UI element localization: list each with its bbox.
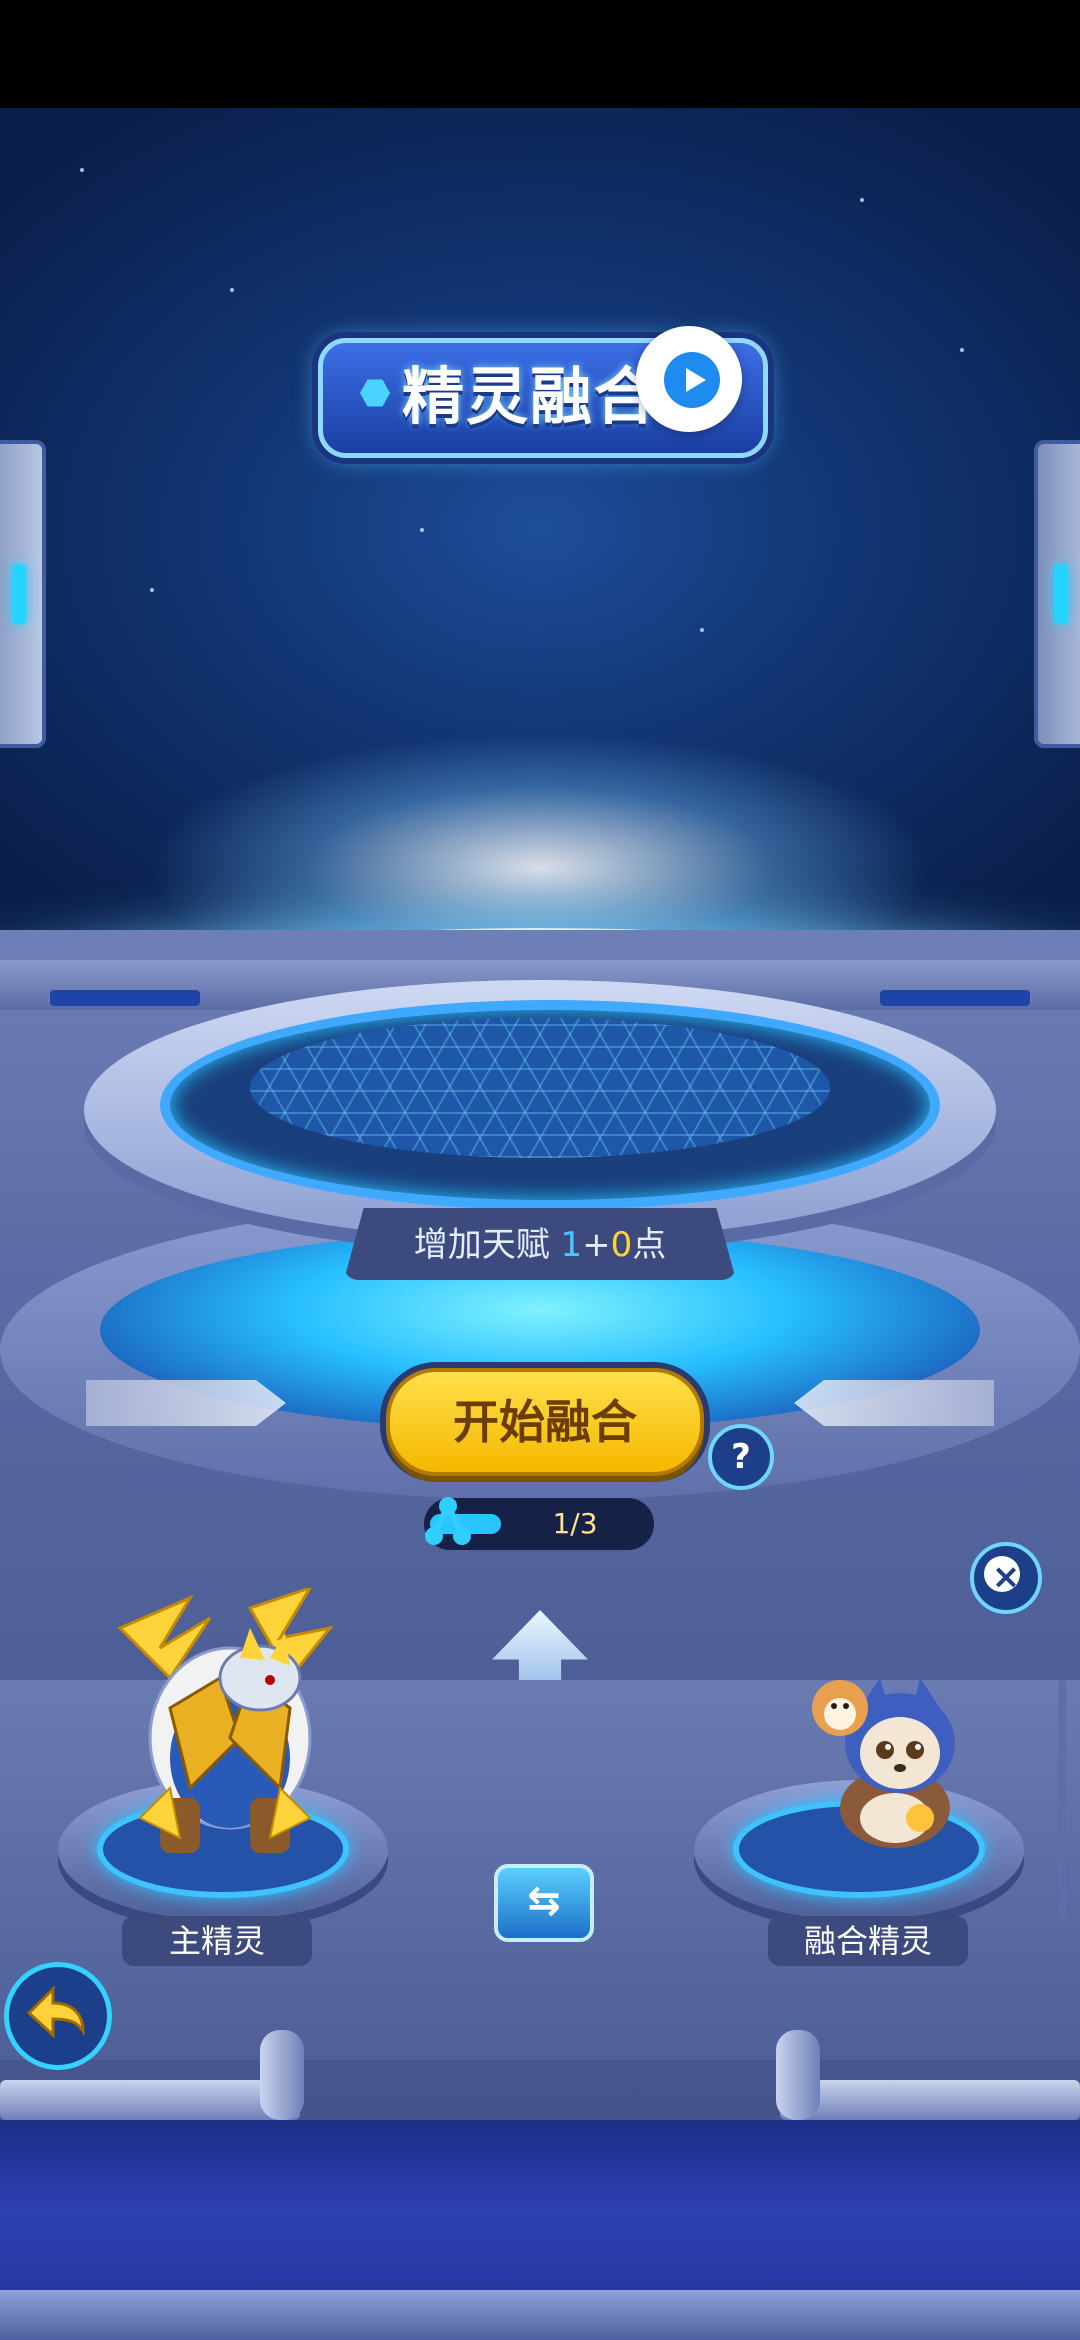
space-background: [0, 108, 1080, 968]
main-creature-wolf[interactable]: [100, 1588, 350, 1868]
swap-button[interactable]: ⇆: [494, 1864, 594, 1942]
scrollbar[interactable]: [1058, 1680, 1066, 1920]
left-pylon: [0, 440, 46, 748]
right-pylon: [1034, 440, 1080, 748]
swap-icon: ⇆: [527, 1878, 561, 1924]
progress-count: 1/3: [552, 1507, 598, 1540]
left-pipe-elbow: [260, 2030, 304, 2120]
talent-bonus-value: 0: [610, 1225, 633, 1265]
help-icon[interactable]: ?: [708, 1424, 774, 1490]
talent-prefix: 增加天赋: [413, 1225, 550, 1265]
fusion-creature-dog[interactable]: [800, 1668, 970, 1858]
chevron-right-decoration: [86, 1380, 286, 1426]
talent-plus: +: [582, 1225, 611, 1265]
status-bar: [0, 0, 1080, 108]
start-fusion-button[interactable]: 开始融合: [386, 1368, 704, 1476]
back-arrow-icon: [26, 1985, 85, 2039]
play-icon: [664, 352, 720, 408]
main-creature-label: 主精灵: [122, 1916, 312, 1966]
right-pipe-elbow: [776, 2030, 820, 2120]
close-button[interactable]: ×: [970, 1542, 1042, 1614]
fusion-pad-hex-grid: [250, 1018, 830, 1158]
page-title: 精灵融合: [401, 360, 658, 433]
chevron-left-decoration: [794, 1380, 994, 1426]
left-pipe: [0, 2080, 300, 2120]
molecule-icon: [425, 1497, 471, 1545]
fusion-creature-label: 融合精灵: [768, 1916, 968, 1966]
bottom-rail: [0, 2290, 1080, 2340]
talent-bonus-text: 增加天赋 1+0点: [344, 1218, 736, 1272]
back-button[interactable]: [4, 1962, 112, 2070]
right-pipe: [780, 2080, 1080, 2120]
talent-base-value: 1: [560, 1225, 583, 1265]
talent-suffix: 点: [632, 1225, 667, 1265]
close-icon: ×: [991, 1557, 1021, 1597]
play-video-button[interactable]: [636, 326, 742, 432]
